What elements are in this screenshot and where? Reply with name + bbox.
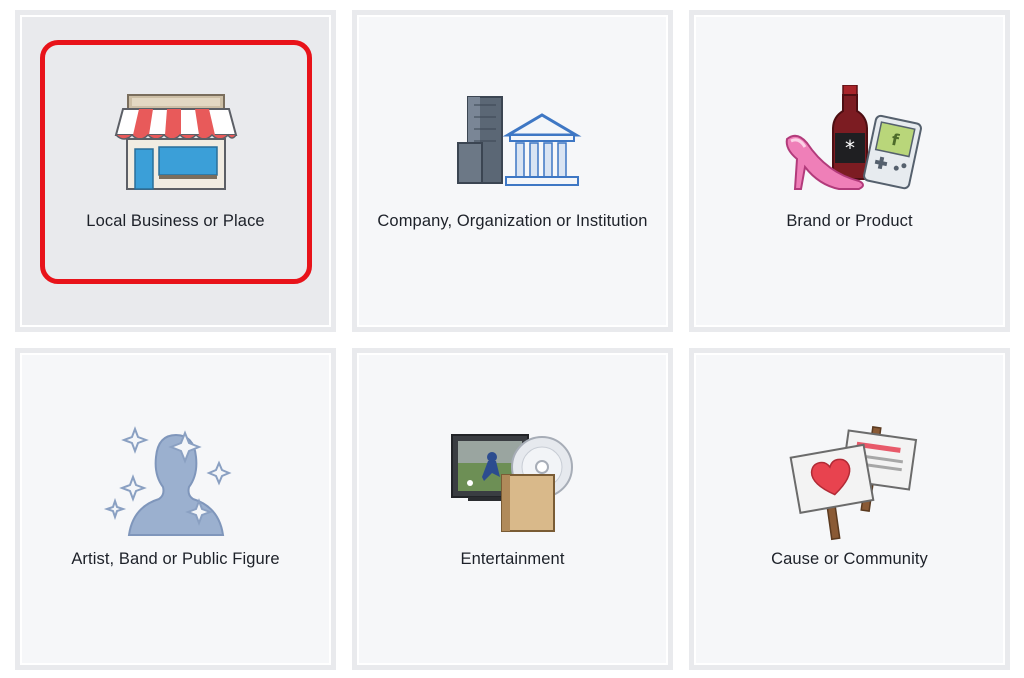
page-category-grid: Local Business or Place Company, Organiz… xyxy=(0,0,1024,678)
category-card-brand[interactable]: * f Brand or Product xyxy=(689,10,1010,332)
office-building-icon xyxy=(456,96,582,186)
brand-products-icon: * f xyxy=(785,85,922,190)
category-card-company[interactable]: Company, Organization or Institution xyxy=(352,10,673,332)
category-card-local-business[interactable]: Local Business or Place xyxy=(15,10,336,332)
protest-signs-icon xyxy=(789,426,917,541)
tv-dvd-book-icon xyxy=(450,434,573,532)
category-card-entertainment[interactable]: Entertainment xyxy=(352,348,673,670)
category-label: Company, Organization or Institution xyxy=(377,212,648,230)
category-label: Artist, Band or Public Figure xyxy=(71,550,280,568)
category-label: Local Business or Place xyxy=(86,212,265,230)
svg-text:*: * xyxy=(845,136,855,160)
category-label: Cause or Community xyxy=(771,550,928,568)
category-label: Entertainment xyxy=(460,550,565,568)
category-card-cause[interactable]: Cause or Community xyxy=(689,348,1010,670)
category-card-artist[interactable]: Artist, Band or Public Figure xyxy=(15,348,336,670)
category-label: Brand or Product xyxy=(786,212,913,230)
public-figure-silhouette-icon xyxy=(103,426,232,536)
storefront-icon xyxy=(114,94,237,190)
